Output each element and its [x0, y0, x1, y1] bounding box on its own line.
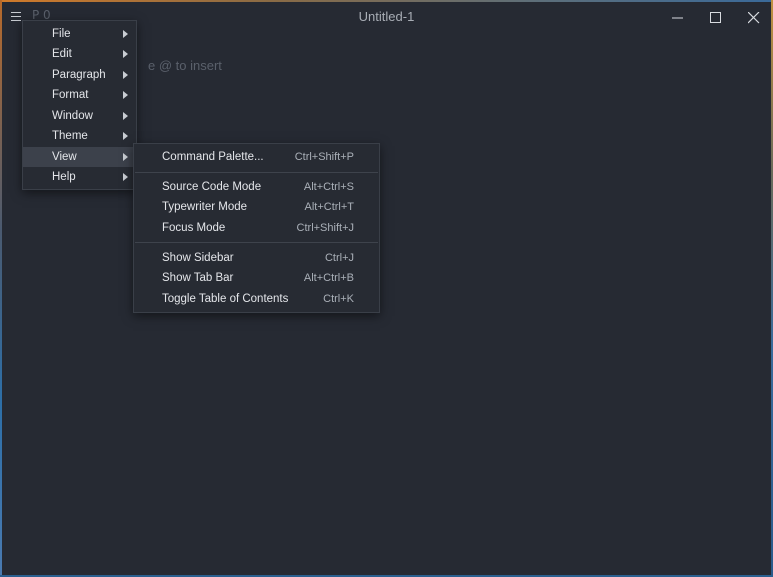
main-menu: File Edit Paragraph Format Window Theme … — [22, 20, 137, 190]
menu-item-label: Typewriter Mode — [162, 201, 248, 213]
menu-item-command-palette[interactable]: Command Palette... Ctrl+Shift+P — [134, 147, 379, 167]
window-frame-left — [0, 0, 2, 577]
menu-item-label: Show Sidebar — [162, 252, 234, 264]
maximize-button[interactable] — [696, 0, 734, 34]
chevron-right-icon — [123, 132, 128, 140]
menu-item-edit[interactable]: Edit — [23, 44, 136, 64]
menu-item-format[interactable]: Format — [23, 85, 136, 105]
menu-item-focus-mode[interactable]: Focus Mode Ctrl+Shift+J — [134, 218, 379, 238]
menu-separator — [135, 242, 378, 243]
menu-item-label: Toggle Table of Contents — [162, 293, 289, 305]
menu-separator — [135, 172, 378, 173]
chevron-right-icon — [123, 173, 128, 181]
menu-item-label: Show Tab Bar — [162, 272, 234, 284]
menu-item-window[interactable]: Window — [23, 106, 136, 126]
menu-item-toggle-toc[interactable]: Toggle Table of Contents Ctrl+K — [134, 289, 379, 309]
menu-item-view[interactable]: View — [23, 147, 136, 167]
chevron-right-icon — [123, 50, 128, 58]
menu-item-typewriter-mode[interactable]: Typewriter Mode Alt+Ctrl+T — [134, 197, 379, 217]
menu-item-shortcut: Alt+Ctrl+T — [304, 201, 354, 213]
menu-item-theme[interactable]: Theme — [23, 126, 136, 146]
menu-item-show-tab-bar[interactable]: Show Tab Bar Alt+Ctrl+B — [134, 268, 379, 288]
menu-item-show-sidebar[interactable]: Show Sidebar Ctrl+J — [134, 248, 379, 268]
menu-item-shortcut: Ctrl+J — [324, 252, 354, 264]
menu-item-label: Focus Mode — [162, 222, 226, 234]
menu-item-label: Source Code Mode — [162, 181, 262, 193]
minimize-icon — [672, 17, 683, 19]
menu-item-paragraph[interactable]: Paragraph — [23, 65, 136, 85]
menu-item-label: View — [52, 151, 77, 163]
chevron-right-icon — [123, 112, 128, 120]
menu-item-shortcut: Ctrl+Shift+J — [296, 222, 354, 234]
menu-item-file[interactable]: File — [23, 24, 136, 44]
menu-item-shortcut: Ctrl+Shift+P — [294, 151, 354, 163]
maximize-icon — [710, 12, 721, 23]
menu-item-label: Window — [52, 110, 93, 122]
menu-item-label: Help — [52, 171, 76, 183]
minimize-button[interactable] — [658, 0, 696, 34]
chevron-right-icon — [123, 71, 128, 79]
chevron-right-icon — [123, 30, 128, 38]
close-button[interactable] — [734, 0, 772, 34]
editor-placeholder[interactable]: e @ to insert — [148, 58, 222, 73]
app-window: P 0 Untitled-1 e @ to insert File Edit P… — [0, 0, 773, 577]
menu-item-label: Command Palette... — [162, 151, 264, 163]
menu-item-label: Paragraph — [52, 69, 106, 81]
chevron-right-icon — [123, 91, 128, 99]
view-submenu: Command Palette... Ctrl+Shift+P Source C… — [133, 143, 380, 313]
menu-item-shortcut: Alt+Ctrl+S — [303, 181, 354, 193]
menu-item-shortcut: Alt+Ctrl+B — [303, 272, 354, 284]
menu-item-label: File — [52, 28, 71, 40]
menu-item-label: Theme — [52, 130, 88, 142]
menu-item-shortcut: Ctrl+K — [323, 293, 354, 305]
chevron-right-icon — [123, 153, 128, 161]
menu-item-source-code-mode[interactable]: Source Code Mode Alt+Ctrl+S — [134, 177, 379, 197]
menu-item-help[interactable]: Help — [23, 167, 136, 187]
menu-item-label: Edit — [52, 48, 72, 60]
menu-item-label: Format — [52, 89, 89, 101]
close-icon — [748, 12, 760, 24]
